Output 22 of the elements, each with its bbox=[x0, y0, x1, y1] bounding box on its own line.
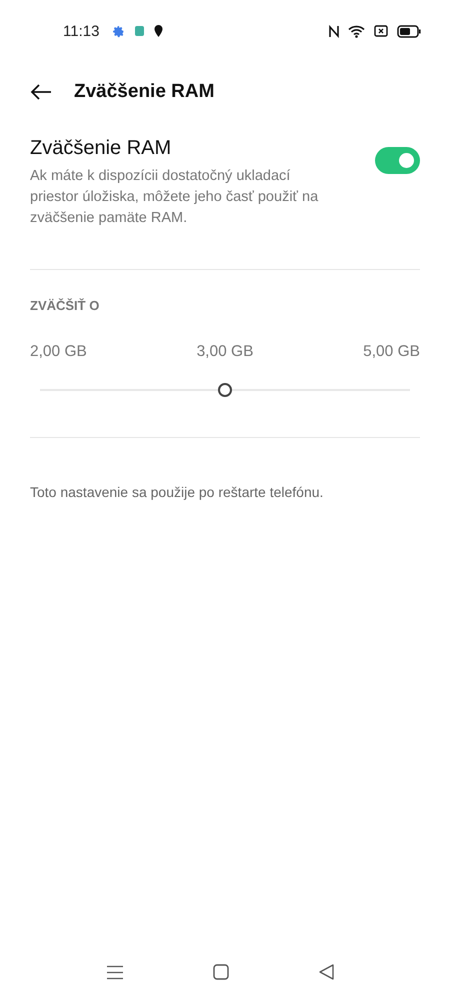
app-icon bbox=[134, 25, 146, 37]
gear-icon bbox=[112, 24, 126, 38]
info-note: Toto nastavenie sa použije po reštarte telefónu. bbox=[30, 484, 324, 500]
page-title: Zväčšenie RAM bbox=[74, 81, 214, 103]
section-label: ZVÄČŠIŤ O bbox=[30, 298, 100, 313]
slider-thumb[interactable] bbox=[218, 383, 232, 397]
back-triangle-icon[interactable] bbox=[318, 964, 334, 980]
setting-title: Zväčšenie RAM bbox=[30, 137, 172, 160]
slider-value-label: 3,00 GB bbox=[196, 343, 254, 361]
slider-value-label: 5,00 GB bbox=[363, 343, 420, 361]
menu-icon[interactable] bbox=[106, 964, 122, 980]
status-time: 11:13 bbox=[63, 22, 100, 40]
slider-value-label: 2,00 GB bbox=[30, 343, 87, 361]
setting-description: Ak máte k dispozícii dostatočný ukladací priestor úložiska, môžete jeho časť použiť na zväčšenie pamäte RAM. bbox=[30, 167, 320, 228]
wifi-icon bbox=[348, 24, 365, 38]
location-icon bbox=[154, 25, 164, 37]
back-arrow-icon[interactable] bbox=[30, 84, 52, 100]
nfc-icon bbox=[329, 24, 339, 38]
home-square-icon[interactable] bbox=[212, 964, 228, 980]
toggle-switch[interactable] bbox=[375, 147, 420, 174]
battery-icon bbox=[397, 24, 421, 38]
no-sim-icon bbox=[374, 25, 388, 37]
